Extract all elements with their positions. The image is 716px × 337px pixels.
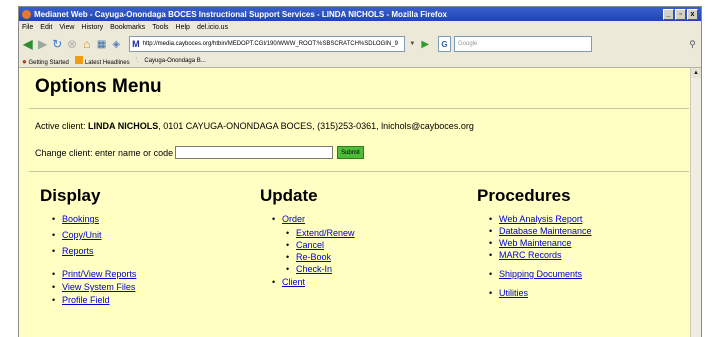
menu-bookmarks[interactable]: Bookmarks [110, 24, 145, 31]
google-engine-icon[interactable]: G [438, 36, 451, 52]
link-re-book[interactable]: Re-Book [296, 252, 331, 262]
window-titlebar: Medianet Web - Cayuga-Onondaga BOCES Ins… [19, 7, 701, 21]
link-web-analysis-report[interactable]: Web Analysis Report [499, 214, 582, 224]
link-view-system-files[interactable]: View System Files [62, 282, 135, 292]
link-order[interactable]: Order [282, 214, 305, 224]
maximize-button[interactable]: ▫ [675, 8, 686, 20]
scroll-up-arrow-icon[interactable]: ▲ [691, 68, 701, 78]
link-print-view-reports[interactable]: Print/View Reports [62, 269, 136, 279]
bookmarks-toolbar: ● Getting Started Latest Headlines '. Ca… [19, 55, 701, 68]
reload-icon[interactable]: ↻ [51, 37, 63, 52]
divider-top [29, 108, 689, 109]
link-database-maintenance[interactable]: Database Maintenance [499, 226, 592, 236]
back-arrow-icon[interactable]: ◀ [22, 37, 34, 52]
url-dropdown-icon[interactable]: ▼ [408, 37, 416, 51]
link-check-in[interactable]: Check-In [296, 264, 332, 274]
window-title: Medianet Web - Cayuga-Onondaga BOCES Ins… [34, 9, 447, 19]
bookmark-separator: '. [135, 58, 139, 64]
go-icon[interactable]: ▶ [419, 37, 431, 52]
submit-button[interactable]: Submit [337, 146, 364, 159]
list-item: Copy/Unit [40, 230, 136, 240]
display-heading: Display [40, 186, 101, 205]
menu-delicious[interactable]: del.icio.us [197, 24, 228, 31]
list-item: Print/View Reports [40, 269, 136, 279]
list-item: Client [260, 277, 355, 287]
list-item: View System Files [40, 282, 136, 292]
forward-arrow-icon[interactable]: ▶ [37, 37, 49, 52]
display-column: Display Bookings Copy/Unit Reports Print… [40, 186, 136, 305]
list-item: Shipping Documents [477, 269, 592, 279]
change-client-label: Change client: enter name or code [35, 147, 174, 158]
page-content: Options Menu Active client: LINDA NICHOL… [19, 68, 691, 337]
list-item: Profile Field [40, 295, 136, 305]
close-button[interactable]: x [687, 8, 698, 20]
minimize-button[interactable]: _ [663, 8, 674, 20]
menu-history[interactable]: History [81, 24, 103, 31]
link-profile-field[interactable]: Profile Field [62, 295, 110, 305]
list-item: Order [260, 214, 355, 224]
list-item: Database Maintenance [477, 226, 592, 236]
stop-icon[interactable]: ⊗ [66, 37, 78, 52]
list-item: Web Analysis Report [477, 214, 592, 224]
bookmark-latest-headlines[interactable]: Latest Headlines [74, 56, 130, 66]
menu-help[interactable]: Help [176, 24, 190, 31]
list-item: Check-In [260, 264, 355, 274]
link-marc-records[interactable]: MARC Records [499, 250, 562, 260]
change-client-row: Change client: enter name or code Submit [35, 146, 364, 159]
page-title: Options Menu [35, 76, 162, 97]
list-item: Bookings [40, 214, 136, 224]
menubar: File Edit View History Bookmarks Tools H… [19, 21, 701, 33]
link-extend-renew[interactable]: Extend/Renew [296, 228, 355, 238]
active-client-details: , 0101 CAYUGA-ONONDAGA BOCES, (315)253-0… [158, 121, 474, 131]
procedures-column: Procedures Web Analysis Report Database … [477, 186, 592, 298]
active-client-name: LINDA NICHOLS [88, 121, 159, 131]
list-item: Web Maintenance [477, 238, 592, 248]
site-favicon-icon: M [132, 39, 140, 49]
list-item: Cancel [260, 240, 355, 250]
menu-edit[interactable]: Edit [40, 24, 52, 31]
client-search-input[interactable] [175, 146, 334, 159]
vertical-scrollbar[interactable]: ▲ [690, 68, 701, 337]
link-cancel[interactable]: Cancel [296, 240, 324, 250]
network-icon[interactable]: ▦ [96, 37, 108, 52]
search-input[interactable]: Google [453, 36, 593, 52]
link-utilities[interactable]: Utilities [499, 288, 528, 298]
browser-window: Medianet Web - Cayuga-Onondaga BOCES Ins… [18, 6, 702, 337]
link-web-maintenance[interactable]: Web Maintenance [499, 238, 571, 248]
magnifier-icon[interactable]: ⚲ [687, 37, 698, 51]
rss-icon [74, 56, 83, 64]
menu-view[interactable]: View [59, 24, 74, 31]
search-placeholder: Google [457, 41, 478, 47]
bookmark-cayuga[interactable]: Cayuga-Onondaga B... [144, 58, 205, 64]
list-item: Re-Book [260, 252, 355, 262]
link-shipping-documents[interactable]: Shipping Documents [499, 269, 582, 279]
home-icon[interactable]: ⌂ [81, 37, 93, 52]
divider-bottom [29, 171, 689, 172]
active-client-label: Active client: [35, 121, 86, 131]
link-bookings[interactable]: Bookings [62, 214, 99, 224]
url-text: http://media.cayboces.org/htbin/MEDOPT.C… [142, 41, 398, 47]
tag-icon[interactable]: ◈ [110, 37, 122, 52]
list-item: Reports [40, 246, 136, 256]
link-copy-unit[interactable]: Copy/Unit [62, 230, 102, 240]
menu-file[interactable]: File [22, 24, 33, 31]
navigation-toolbar: ◀ ▶ ↻ ⊗ ⌂ ▦ ◈ M http://media.cayboces.or… [19, 33, 701, 55]
list-item: MARC Records [477, 250, 592, 260]
menu-tools[interactable]: Tools [152, 24, 168, 31]
list-item: Extend/Renew [260, 228, 355, 238]
update-column: Update Order Extend/Renew Cancel Re-Book… [260, 186, 355, 287]
procedures-heading: Procedures [477, 186, 571, 205]
list-item: Utilities [477, 288, 592, 298]
link-reports[interactable]: Reports [62, 246, 94, 256]
active-client-line: Active client: LINDA NICHOLS, 0101 CAYUG… [35, 121, 474, 131]
firefox-icon [22, 9, 31, 19]
bookmark-getting-started[interactable]: ● Getting Started [22, 57, 69, 66]
getting-started-icon: ● [22, 56, 27, 66]
update-heading: Update [260, 186, 318, 205]
url-bar[interactable]: M http://media.cayboces.org/htbin/MEDOPT… [129, 36, 406, 52]
link-client[interactable]: Client [282, 277, 305, 287]
